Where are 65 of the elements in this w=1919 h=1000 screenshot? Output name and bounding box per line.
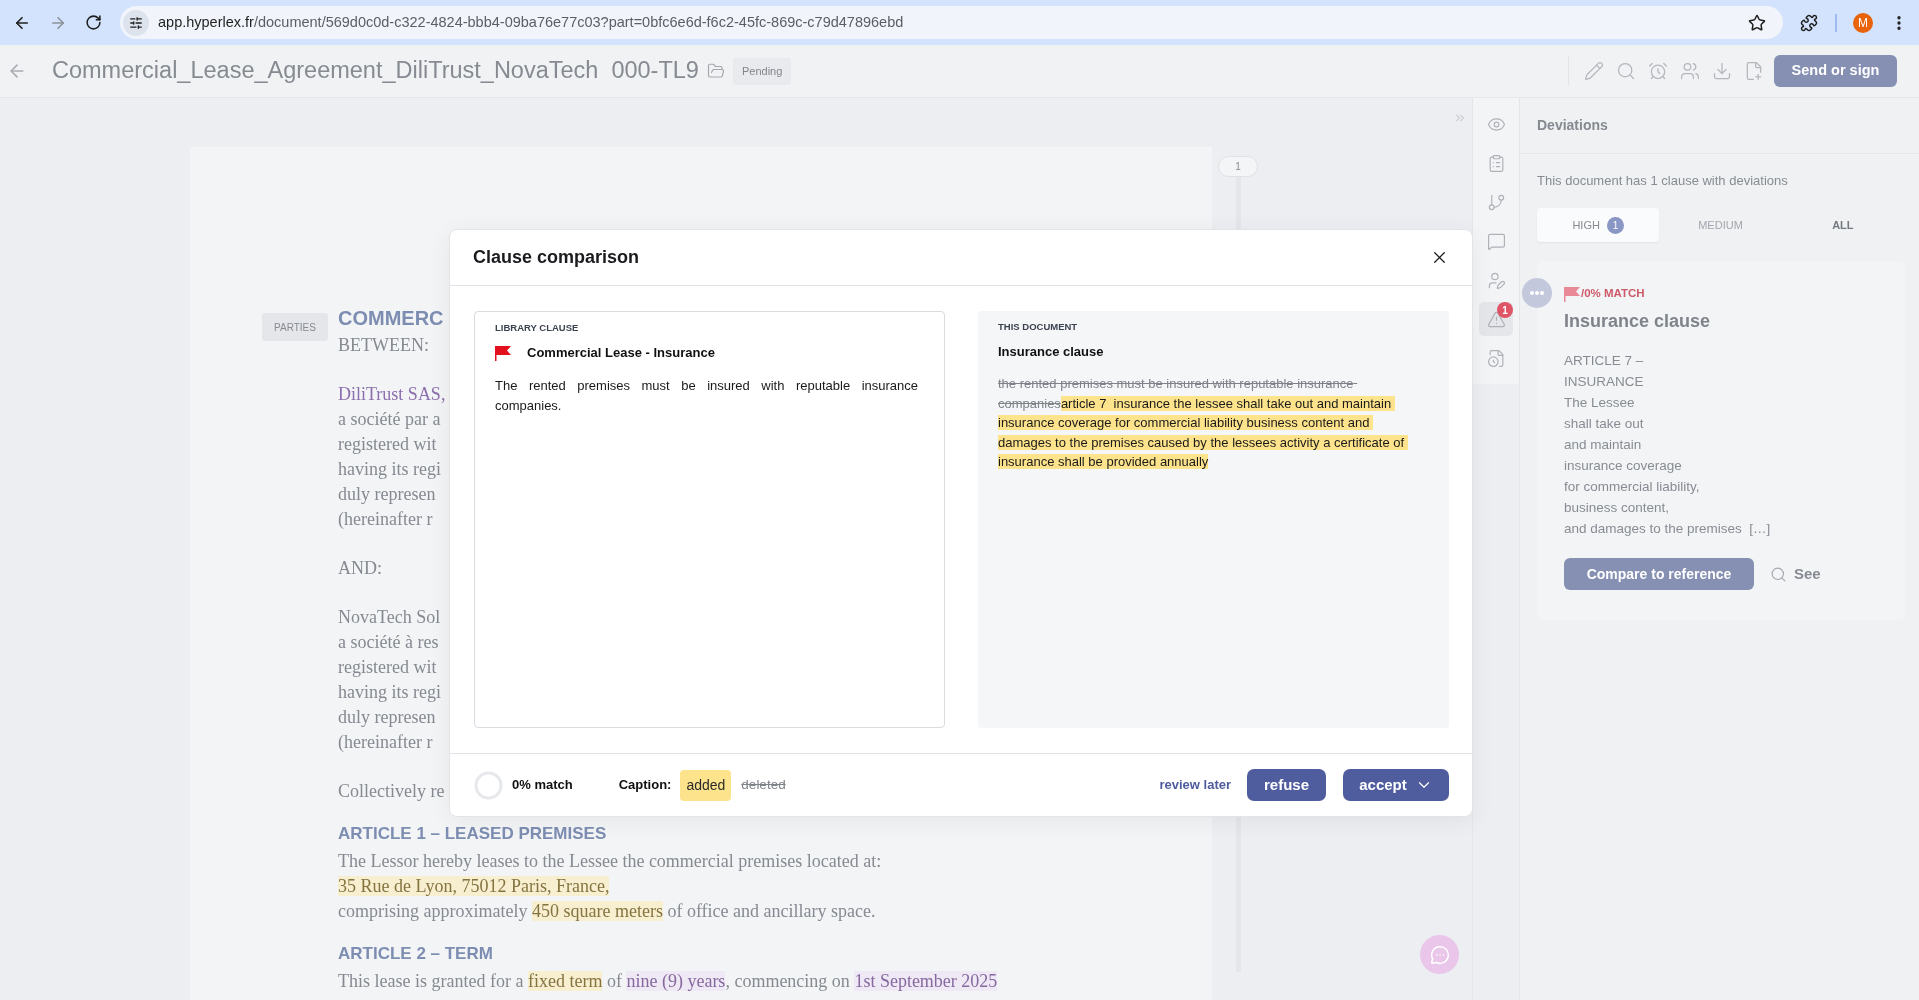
pencil-icon[interactable]: [1584, 61, 1604, 81]
send-or-sign-button[interactable]: Send or sign: [1774, 55, 1897, 87]
people-icon[interactable]: [1680, 61, 1700, 81]
chat-button[interactable]: [1420, 935, 1459, 974]
profile-avatar[interactable]: M: [1853, 12, 1873, 33]
section-tag: PARTIES: [262, 313, 328, 341]
document-paragraph: BETWEEN:: [338, 334, 429, 357]
clause-text: The rented premises must be insured with reputable insurance companies.: [495, 377, 918, 415]
notification-badge: 1: [1497, 302, 1513, 318]
document-title-heading: COMMERC: [338, 306, 444, 331]
document-reference: 000-TL9: [611, 56, 699, 86]
flag-icon: [1564, 286, 1580, 302]
dialog-title: Clause comparison: [473, 246, 640, 269]
clause-title: Insurance clause: [998, 343, 1104, 362]
panel-label: LIBRARY CLAUSE: [495, 322, 579, 334]
bookmark-star-icon[interactable]: [1748, 13, 1766, 32]
added-legend-chip: added: [680, 769, 732, 801]
url-text: app.hyperlex.fr/document/569d0c0d-c322-4824-bbb4-09ba76e77c03?part=0bfc6e6d-f6c2-45fc-869c-c79d47896ebd: [158, 12, 904, 32]
document-paragraph: This lease is granted for a fixed term of nine (9) years, commencing on 1st September 2025: [338, 970, 998, 993]
deleted-legend-label: deleted: [741, 775, 786, 794]
site-info-icon[interactable]: [123, 9, 149, 36]
rail-tab[interactable]: 1: [1479, 302, 1513, 336]
deviation-title: Insurance clause: [1564, 310, 1711, 333]
file-plus-icon[interactable]: [1744, 61, 1764, 81]
chat-bubble-icon: [1429, 944, 1450, 965]
accept-button[interactable]: accept: [1343, 769, 1449, 801]
document-paragraph: AND:: [338, 557, 382, 580]
see-link[interactable]: See: [1770, 562, 1821, 586]
search-icon[interactable]: [1616, 61, 1636, 81]
extensions-icon[interactable]: [1800, 13, 1818, 32]
severity-tab[interactable]: HIGH 1: [1537, 208, 1660, 242]
address-bar[interactable]: app.hyperlex.fr/document/569d0c0d-c322-4824-bbb4-09ba76e77c03?part=0bfc6e6d-f6c2-45fc-869c-c79d47896ebd: [120, 6, 1783, 39]
compare-button[interactable]: Compare to reference: [1564, 558, 1754, 590]
page-number[interactable]: 1: [1218, 156, 1258, 177]
collapse-icon[interactable]: [1453, 111, 1467, 125]
more-options-icon[interactable]: [1522, 278, 1552, 308]
search-icon: [1770, 565, 1787, 583]
document-paragraph: DiliTrust SAS, a société par a registered wit having its regi duly represen (hereinafter r: [338, 383, 446, 531]
caption-label: Caption:: [618, 776, 672, 795]
match-label: /0% MATCH: [1581, 286, 1645, 302]
document-heading: ARTICLE 2 – TERM: [338, 943, 493, 965]
match-ring-icon: [474, 770, 503, 800]
refuse-button[interactable]: refuse: [1247, 769, 1326, 801]
panel-label: THIS DOCUMENT: [998, 321, 1078, 333]
alarm-clock-icon[interactable]: [1648, 61, 1668, 81]
file-clock-icon: [1486, 348, 1506, 368]
review-later-link[interactable]: review later: [1159, 775, 1231, 795]
person-pen-icon: [1486, 270, 1506, 290]
document-paragraph: The Lessor hereby leases to the Lessee the commercial premises located at: 35 Rue de Lyon, 75012 Paris, France, comprising approximately 450 square meters of office and ancillary space.: [338, 850, 882, 923]
document-title: Commercial_Lease_Agreement_DiliTrust_NovaTech: [52, 56, 599, 86]
speech-bubble-icon: [1486, 231, 1506, 251]
document-paragraph: NovaTech Sol a société à res registered wit having its regi duly represen (hereinafter r: [338, 606, 441, 754]
document-paragraph: Collectively re: [338, 780, 445, 803]
reload-icon[interactable]: [85, 14, 102, 31]
match-score: 0% match: [512, 776, 573, 795]
severity-tab[interactable]: ALL: [1781, 208, 1904, 242]
branch-icon: [1486, 192, 1506, 212]
document-heading: ARTICLE 1 – LEASED PREMISES: [338, 823, 607, 845]
panel-title: Deviations: [1537, 116, 1608, 135]
status-badge: Pending: [732, 57, 792, 85]
clause-excerpt: ARTICLE 7 – INSURANCE The Lessee shall take out and maintain insurance coverage for commercial liability, business content, and damages to the premises […]: [1564, 352, 1771, 538]
folder-icon[interactable]: [706, 62, 725, 80]
download-icon[interactable]: [1712, 61, 1732, 81]
clause-title: Commercial Lease - Insurance: [527, 344, 715, 363]
deviation-summary: This document has 1 clause with deviations: [1537, 172, 1788, 190]
